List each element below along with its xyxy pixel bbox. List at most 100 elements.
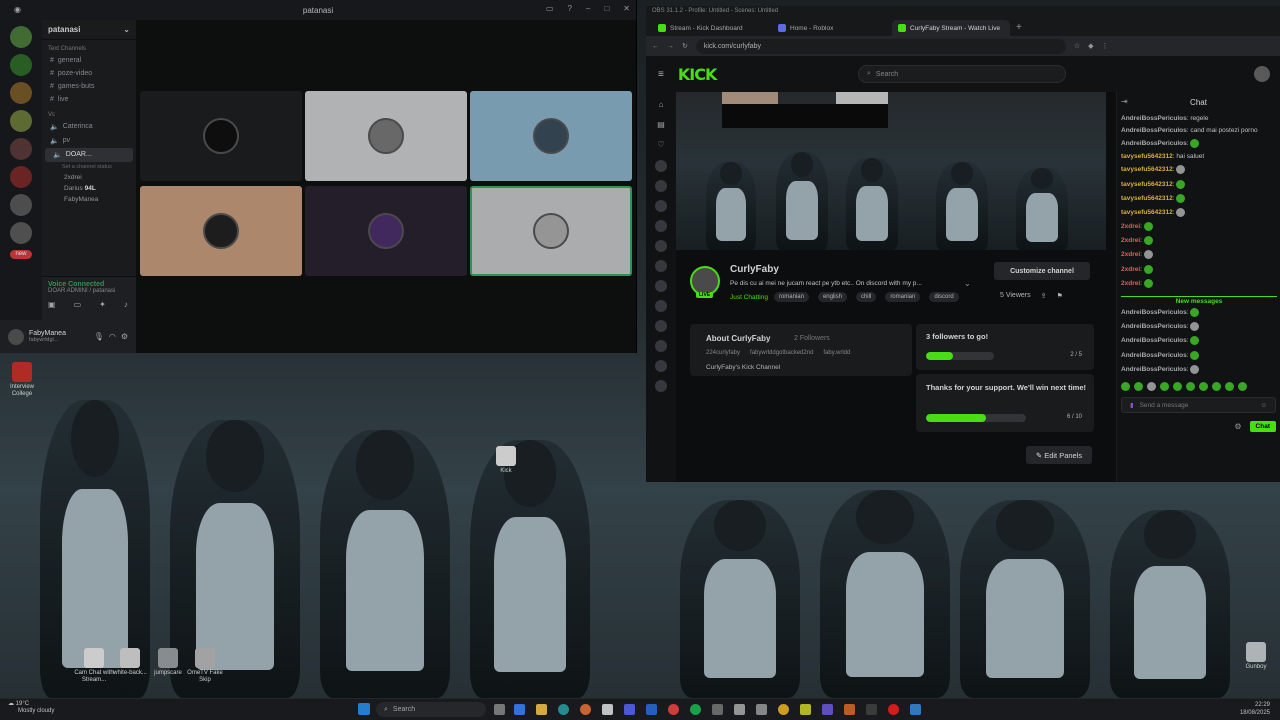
clock[interactable]: 22:29 18/08/2025	[1240, 702, 1270, 718]
chat-username[interactable]: AndreiBossPericulos	[1121, 366, 1187, 373]
server-icon[interactable]	[10, 194, 32, 216]
chevron-down-icon[interactable]: ⌄	[964, 279, 971, 288]
star-icon[interactable]: ☆	[1074, 42, 1080, 50]
edit-panels-button[interactable]: ✎ Edit Panels	[1026, 446, 1092, 464]
chat-username[interactable]: tavysefu5642312	[1121, 209, 1173, 216]
server-icon[interactable]	[10, 82, 32, 104]
channel-avatar[interactable]	[655, 160, 667, 172]
emote-icon[interactable]	[1173, 382, 1182, 392]
camera-icon[interactable]: ▣	[48, 300, 56, 309]
voice-user[interactable]: 2xdrei	[42, 172, 136, 183]
emote-icon[interactable]	[1160, 382, 1169, 392]
channel-avatar[interactable]	[655, 380, 667, 392]
chat-username[interactable]: 2xdrei	[1121, 252, 1140, 259]
app-icon[interactable]	[514, 704, 525, 715]
channel-general[interactable]: # general	[42, 54, 136, 67]
channel-avatar[interactable]	[655, 360, 667, 372]
voice-tile[interactable]	[140, 186, 302, 276]
voice-tile[interactable]	[305, 91, 467, 181]
screen-share-icon[interactable]: ▭	[74, 300, 82, 309]
minimize-icon[interactable]: –	[586, 4, 590, 13]
chat-username[interactable]: AndreiBossPericulos	[1121, 115, 1187, 122]
desktop-icon-recycle-bin[interactable]: Gunboy	[1234, 642, 1278, 671]
mod-icon[interactable]: ⚑	[1056, 292, 1062, 300]
app-icon[interactable]	[888, 704, 899, 715]
channel-poze-video[interactable]: # poze-video	[42, 67, 136, 80]
voice-channel-pv[interactable]: 🔈 pv	[42, 134, 136, 148]
desktop-icon-interview-college[interactable]: Interview College	[0, 362, 44, 397]
gear-icon[interactable]: ⚙	[1234, 422, 1241, 431]
menu-icon[interactable]: ⋮	[1102, 42, 1109, 50]
headphones-icon[interactable]: ◠	[109, 332, 116, 341]
chat-username[interactable]: tavysefu5642312	[1121, 167, 1173, 174]
task-view-icon[interactable]	[494, 704, 505, 715]
inbox-icon[interactable]: ▭	[546, 4, 554, 13]
emote-icon[interactable]	[1134, 382, 1143, 392]
channel-status[interactable]: Set a channel status	[42, 162, 136, 172]
browse-icon[interactable]: ▤	[655, 120, 667, 132]
desktop-icon-kick[interactable]: Kick	[484, 446, 528, 475]
tag[interactable]: chill	[855, 292, 877, 302]
category-voice[interactable]: Vc	[48, 112, 130, 118]
channel-avatar[interactable]	[655, 260, 667, 272]
chat-username[interactable]: AndreiBossPericulos	[1121, 352, 1187, 359]
app-icon[interactable]	[822, 704, 833, 715]
chat-username[interactable]: 2xdrei	[1121, 238, 1140, 245]
activity-icon[interactable]: ✦	[99, 300, 106, 309]
hamburger-icon[interactable]: ≡	[658, 69, 664, 80]
app-icon[interactable]	[646, 704, 657, 715]
chat-input[interactable]: ▮ Send a message ☺	[1121, 397, 1276, 414]
app-icon[interactable]	[844, 704, 855, 715]
explorer-icon[interactable]	[536, 704, 547, 715]
youtube-link[interactable]: fabywrlddgotbacked2nd	[750, 350, 813, 356]
forward-icon[interactable]: →	[667, 43, 674, 50]
customize-channel-button[interactable]: Customize channel	[994, 262, 1090, 280]
app-icon[interactable]	[668, 704, 679, 715]
close-icon[interactable]: ✕	[623, 4, 630, 13]
settings-icon[interactable]	[712, 704, 723, 715]
reload-icon[interactable]: ↻	[682, 42, 688, 50]
gear-icon[interactable]: ⚙	[121, 332, 128, 341]
server-icon[interactable]	[10, 138, 32, 160]
following-icon[interactable]: ♡	[655, 140, 667, 152]
voice-channel-caterinca[interactable]: 🔈 Caterinca	[42, 120, 136, 134]
voice-channel-doar[interactable]: 🔈 DOAR...	[45, 148, 133, 162]
obs-icon[interactable]	[756, 704, 767, 715]
app-icon[interactable]	[910, 704, 921, 715]
chat-username[interactable]: AndreiBossPericulos	[1121, 338, 1187, 345]
server-icon[interactable]	[10, 54, 32, 76]
extensions-icon[interactable]: ◆	[1088, 42, 1093, 50]
app-icon[interactable]	[734, 704, 745, 715]
app-icon[interactable]	[866, 704, 877, 715]
channel-avatar[interactable]	[655, 200, 667, 212]
tab-kick-dashboard[interactable]: Stream - Kick Dashboard	[652, 20, 770, 36]
home-icon[interactable]: ⌂	[655, 100, 667, 112]
instagram-link[interactable]: 224curlyfaby	[706, 350, 740, 356]
avatar[interactable]	[8, 328, 24, 345]
chat-username[interactable]: tavysefu5642312	[1121, 195, 1173, 202]
emote-icon[interactable]	[1199, 382, 1208, 392]
app-icon[interactable]	[800, 704, 811, 715]
video-player[interactable]	[676, 92, 1106, 250]
tab-roblox[interactable]: Home - Roblox	[772, 20, 890, 36]
voice-tile[interactable]	[140, 91, 302, 181]
chat-username[interactable]: AndreiBossPericulos	[1121, 309, 1187, 316]
voice-user[interactable]: FabyManea	[42, 194, 136, 205]
emote-icon[interactable]	[1186, 382, 1195, 392]
emoji-icon[interactable]: ☺	[1260, 402, 1267, 409]
tag[interactable]: english	[817, 292, 847, 302]
chat-username[interactable]: tavysefu5642312	[1121, 153, 1173, 160]
channel-avatar[interactable]	[655, 300, 667, 312]
tiktok-link[interactable]: faby.wrldd	[823, 350, 850, 356]
search-input[interactable]: ⌕ Search	[858, 65, 1066, 83]
chat-username[interactable]: AndreiBossPericulos	[1121, 140, 1187, 147]
taskbar-search[interactable]: ⌕ Search	[376, 702, 486, 717]
send-chat-button[interactable]: Chat	[1249, 421, 1276, 433]
channel-avatar[interactable]	[655, 180, 667, 192]
back-icon[interactable]: ←	[652, 43, 659, 50]
category-text[interactable]: Text Channels	[48, 46, 130, 52]
channel-avatar[interactable]	[655, 240, 667, 252]
channel-avatar[interactable]	[655, 320, 667, 332]
firefox-icon[interactable]	[580, 704, 591, 715]
tag[interactable]: romanian	[773, 292, 809, 302]
